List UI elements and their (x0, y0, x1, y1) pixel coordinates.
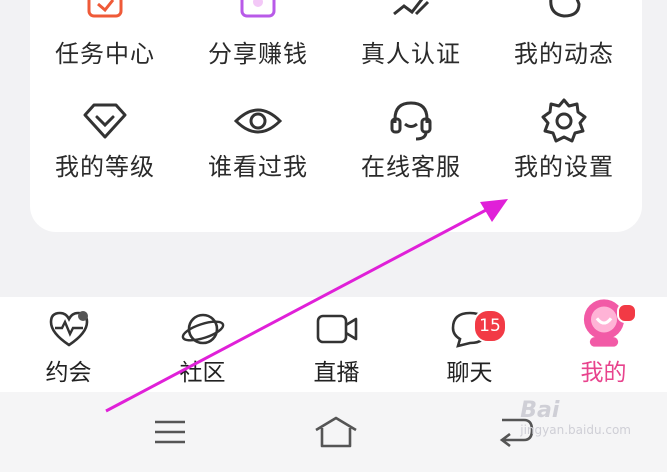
planet-icon (181, 313, 224, 345)
grid-item-my-settings[interactable]: 我的设置 (489, 97, 639, 182)
watermark-sub: jingyan.baidu.com (520, 423, 631, 437)
task-center-icon (87, 0, 123, 18)
video-camera-icon (316, 314, 357, 344)
tab-me[interactable]: 我的 (537, 297, 667, 392)
baidu-watermark: Bai jingyan.baidu.com (520, 398, 631, 437)
diamond-level-icon (83, 103, 127, 139)
tab-chat[interactable]: 15 聊天 (403, 297, 536, 392)
grid-label: 我的动态 (514, 40, 614, 68)
share-earn-icon (240, 0, 276, 18)
tab-label: 社区 (179, 360, 226, 386)
tab-label: 约会 (45, 360, 92, 386)
features-card: 任务中心 分享赚钱 真人认证 我的动态 我的等级 谁看过我 在线客服 我的设置 (30, 0, 642, 232)
verify-icon (393, 0, 430, 16)
tab-community[interactable]: 社区 (136, 297, 269, 392)
grid-label: 在线客服 (361, 153, 461, 181)
bottom-tab-bar: 约会 社区 直播 15 聊天 我的 (0, 297, 667, 392)
unread-count-badge: 15 (473, 309, 507, 343)
grid-label: 真人认证 (361, 40, 461, 68)
grid-label: 我的设置 (514, 153, 614, 181)
tab-live[interactable]: 直播 (270, 297, 403, 392)
heart-pulse-icon (49, 311, 88, 347)
home-icon[interactable] (312, 412, 360, 452)
eye-icon (233, 108, 283, 134)
grid-item-share-earn[interactable]: 分享赚钱 (183, 0, 333, 69)
grid-item-moments[interactable]: 我的动态 (489, 0, 639, 69)
grid-item-verify[interactable]: 真人认证 (336, 0, 486, 69)
tab-dating[interactable]: 约会 (2, 297, 135, 392)
menu-icon[interactable] (146, 412, 194, 452)
grid-item-customer-service[interactable]: 在线客服 (336, 97, 486, 182)
grid-label: 任务中心 (55, 40, 155, 68)
notification-dot (617, 303, 637, 323)
watermark-text: Bai (520, 398, 560, 423)
gear-icon (541, 98, 587, 143)
moments-icon (549, 0, 581, 18)
headset-icon (390, 101, 432, 141)
tab-label: 我的 (580, 360, 627, 386)
grid-label: 分享赚钱 (208, 40, 308, 68)
grid-item-my-level[interactable]: 我的等级 (30, 97, 180, 182)
grid-item-task-center[interactable]: 任务中心 (30, 0, 180, 69)
grid-label: 谁看过我 (208, 153, 308, 181)
tab-label: 聊天 (446, 360, 493, 386)
tab-label: 直播 (313, 360, 360, 386)
grid-label: 我的等级 (55, 153, 155, 181)
grid-item-who-viewed[interactable]: 谁看过我 (183, 97, 333, 182)
